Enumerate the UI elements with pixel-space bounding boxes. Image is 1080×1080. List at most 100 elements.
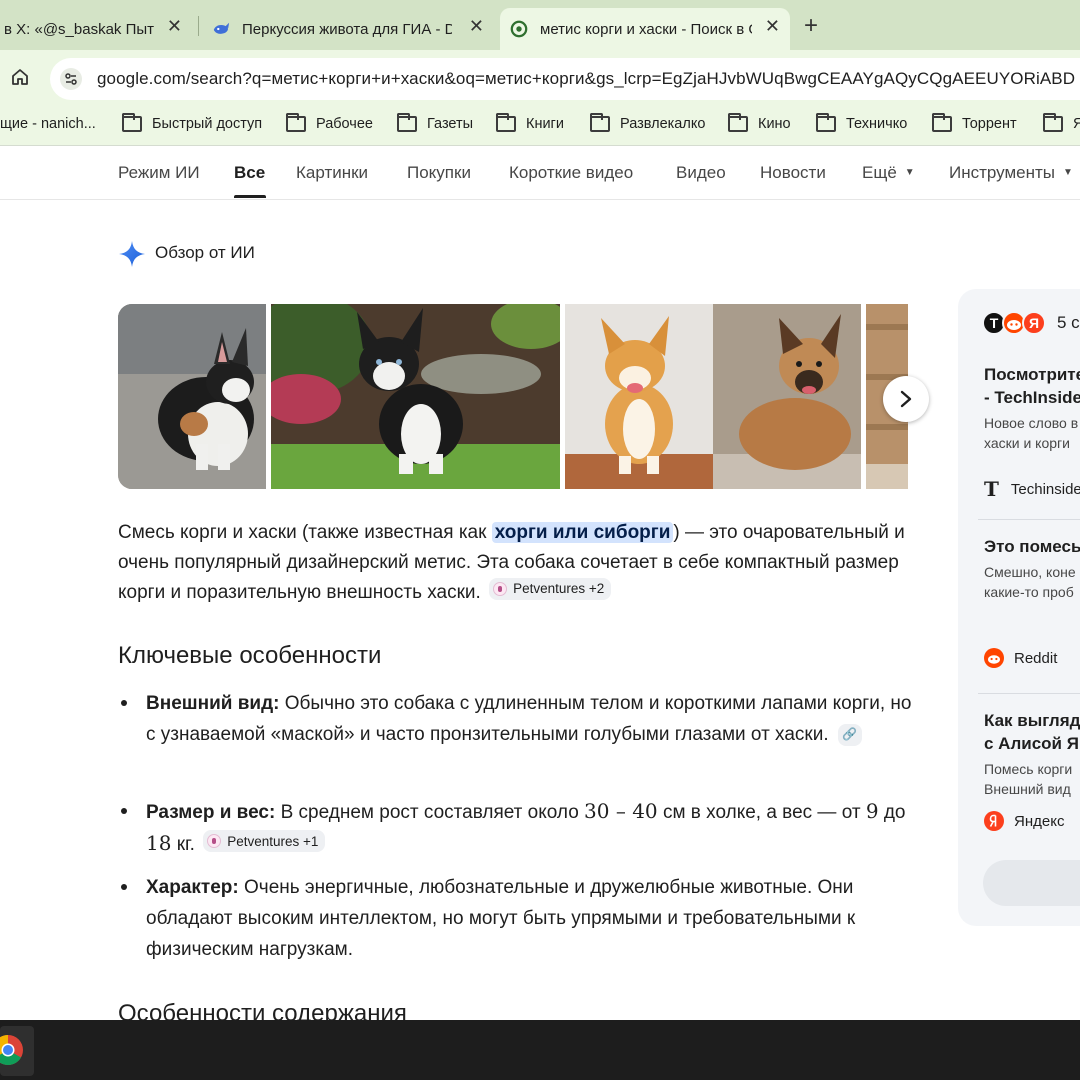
search-tabs: Режим ИИ Все Картинки Покупки Короткие в… bbox=[0, 146, 1080, 200]
tab-videos[interactable]: Видео bbox=[676, 163, 726, 183]
source-snippet: Помесь корги bbox=[984, 761, 1073, 777]
show-all-sources-button[interactable] bbox=[983, 860, 1080, 906]
source-title: Посмотрите bbox=[984, 365, 1080, 384]
os-taskbar bbox=[0, 1020, 1080, 1080]
dog-photo-2[interactable] bbox=[271, 304, 560, 489]
bullet bbox=[121, 700, 127, 706]
bookmark-folder[interactable]: Быстрый доступ bbox=[122, 113, 263, 132]
source-card-3[interactable]: Как выгляд с Алисой Я Помесь корги Внешн… bbox=[984, 709, 1080, 831]
source-title: Это помесь bbox=[984, 537, 1080, 556]
divider bbox=[978, 519, 1080, 520]
tab-images[interactable]: Картинки bbox=[296, 163, 368, 183]
folder-icon bbox=[286, 113, 306, 132]
bookmark-folder[interactable]: Развлекалко bbox=[590, 113, 706, 132]
source-card-1[interactable]: Посмотрите - TechInside Новое слово в ха… bbox=[984, 363, 1080, 501]
bookmark-folder[interactable]: Я bbox=[1043, 113, 1080, 132]
chrome-icon[interactable] bbox=[0, 1034, 24, 1066]
site-settings-icon[interactable] bbox=[60, 68, 82, 90]
url-text[interactable]: google.com/search?q=метис+корги+и+хаски&… bbox=[97, 69, 1075, 89]
bookmark-folder[interactable]: Газеты bbox=[397, 113, 473, 132]
link-chip[interactable]: 🔗 bbox=[837, 723, 862, 746]
caret-down-icon: ▼ bbox=[1063, 167, 1073, 178]
bookmark-item[interactable]: щие - nanich... bbox=[0, 116, 96, 132]
reddit-icon bbox=[984, 648, 1004, 668]
browser-tab-1[interactable]: в X: «@s_baskak Пытаюсь ✕ bbox=[0, 8, 192, 50]
source-snippet: Новое слово в bbox=[984, 415, 1079, 431]
section-heading-key-features: Ключевые особенности bbox=[118, 642, 382, 669]
folder-icon bbox=[122, 113, 142, 132]
home-icon[interactable] bbox=[10, 67, 30, 87]
tab-title: метис корги и хаски - Поиск в Google bbox=[540, 20, 752, 38]
bookmark-label: Развлекалко bbox=[620, 116, 706, 132]
source-chip-label: Petventures +1 bbox=[227, 833, 319, 849]
feature-text: В среднем рост составляет около bbox=[280, 802, 579, 823]
address-bar[interactable]: google.com/search?q=метис+корги+и+хаски&… bbox=[50, 58, 1080, 100]
list-item: Внешний вид: Обычно это собака с удлинен… bbox=[146, 688, 916, 750]
browser-tab-3-active[interactable]: метис корги и хаски - Поиск в Google ✕ bbox=[500, 8, 790, 50]
feature-label: Характер: bbox=[146, 877, 239, 898]
petventures-icon bbox=[493, 582, 508, 596]
divider bbox=[978, 693, 1080, 694]
link-icon: 🔗 bbox=[842, 727, 858, 741]
bookmark-folder[interactable]: Кино bbox=[728, 113, 791, 132]
gemini-sparkle-icon bbox=[119, 241, 145, 267]
close-tab-icon[interactable]: ✕ bbox=[469, 16, 484, 37]
ai-intro-paragraph: Смесь корги и хаски (также известная как… bbox=[118, 518, 908, 608]
whale-favicon-icon bbox=[213, 22, 230, 34]
dog-photo-1[interactable] bbox=[118, 304, 266, 489]
bookmark-label: Кино bbox=[758, 116, 791, 132]
source-chip-label: Petventures +2 bbox=[513, 581, 605, 596]
tab-news[interactable]: Новости bbox=[760, 163, 826, 183]
tab-more[interactable]: Ещё ▼ bbox=[862, 163, 915, 183]
techinside-logo-icon: T bbox=[984, 477, 999, 501]
feature-text: до bbox=[883, 802, 906, 823]
bookmark-folder[interactable]: Рабочее bbox=[286, 113, 373, 132]
source-card-2[interactable]: Это помесь Смешно, коне какие-то проб Re… bbox=[984, 535, 1080, 668]
source-title: - TechInside bbox=[984, 388, 1080, 407]
tab-title: Перкуссия живота для ГИА - D bbox=[242, 20, 452, 38]
bookmark-label: Книги bbox=[526, 116, 564, 132]
dog-photo-4[interactable] bbox=[713, 304, 861, 489]
tab-shopping[interactable]: Покупки bbox=[407, 163, 471, 183]
source-title: Как выгляд bbox=[984, 711, 1080, 730]
browser-tab-2[interactable]: Перкуссия живота для ГИА - D ✕ bbox=[204, 8, 494, 50]
new-tab-button[interactable]: + bbox=[804, 12, 818, 40]
carousel-next-button[interactable] bbox=[883, 376, 929, 422]
tab-short-videos[interactable]: Короткие видео bbox=[509, 163, 633, 183]
reddit-icon bbox=[1007, 320, 1021, 330]
folder-icon bbox=[590, 113, 610, 132]
bookmark-label: Быстрый доступ bbox=[152, 116, 263, 132]
close-tab-icon[interactable]: ✕ bbox=[765, 16, 780, 37]
bookmarks-bar: щие - nanich... Быстрый доступ Рабочее Г… bbox=[0, 106, 1080, 146]
bookmark-label: Я bbox=[1073, 116, 1080, 132]
bullet bbox=[121, 808, 127, 814]
highlight-term[interactable]: хорги или сиборги bbox=[491, 522, 674, 543]
source-chip[interactable]: Petventures +2 bbox=[489, 578, 612, 600]
bookmark-folder[interactable]: Торрент bbox=[932, 113, 1017, 132]
folder-icon bbox=[1043, 113, 1063, 132]
sources-count[interactable]: 5 с bbox=[1057, 313, 1080, 333]
source-chip[interactable]: Petventures +1 bbox=[203, 830, 326, 852]
tab-ai-mode[interactable]: Режим ИИ bbox=[118, 163, 200, 183]
feature-text: Очень энергичные, любознательные и друже… bbox=[146, 877, 856, 960]
bookmark-folder[interactable]: Техничко bbox=[816, 113, 907, 132]
list-item: Характер: Очень энергичные, любознательн… bbox=[146, 872, 916, 965]
intro-text: Смесь корги и хаски (также известная как bbox=[118, 522, 492, 543]
tab-tools-label: Инструменты bbox=[949, 163, 1056, 182]
sources-panel: T Я 5 с Посмотрите - TechInside Новое сл… bbox=[958, 289, 1080, 926]
bookmark-folder[interactable]: Книги bbox=[496, 113, 564, 132]
source-name: Reddit bbox=[1014, 649, 1058, 667]
folder-icon bbox=[397, 113, 417, 132]
folder-icon bbox=[496, 113, 516, 132]
source-avatar-yandex: Я bbox=[1022, 311, 1046, 335]
image-carousel bbox=[118, 304, 908, 489]
loading-spinner-icon bbox=[510, 20, 528, 38]
folder-icon bbox=[816, 113, 836, 132]
tab-tools[interactable]: Инструменты ▼ bbox=[949, 163, 1073, 183]
dog-photo-3[interactable] bbox=[565, 304, 713, 489]
close-tab-icon[interactable]: ✕ bbox=[167, 16, 182, 37]
source-snippet: Смешно, коне bbox=[984, 564, 1076, 580]
caret-down-icon: ▼ bbox=[904, 167, 915, 178]
active-tab-indicator bbox=[234, 195, 266, 198]
tab-all[interactable]: Все bbox=[234, 163, 265, 183]
